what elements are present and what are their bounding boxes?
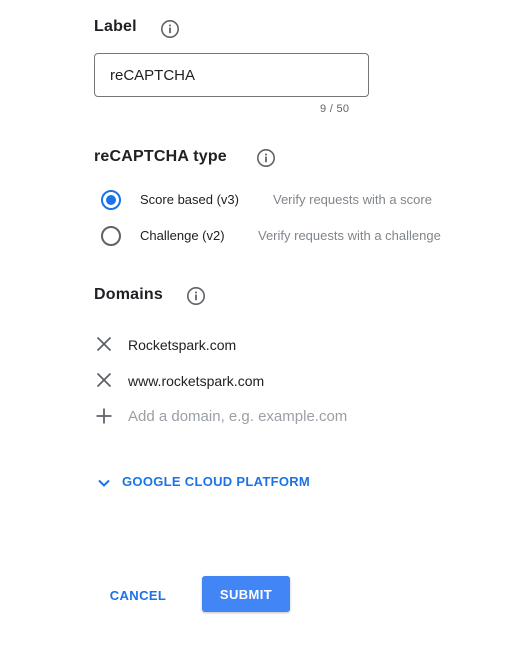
radio-button-selected[interactable] — [101, 190, 121, 210]
char-counter: 9 / 50 — [320, 103, 350, 115]
radio-option-description: Verify requests with a challenge — [258, 228, 441, 243]
cancel-button[interactable]: CANCEL — [98, 578, 178, 612]
add-domain-input[interactable] — [128, 404, 428, 428]
recaptcha-type-title: reCAPTCHA type — [94, 148, 227, 165]
gcp-expander-label: GOOGLE CLOUD PLATFORM — [122, 474, 311, 489]
info-icon[interactable] — [256, 148, 276, 168]
radio-option-description: Verify requests with a score — [273, 192, 432, 207]
info-icon[interactable] — [186, 286, 206, 306]
chevron-down-icon — [96, 475, 112, 496]
recaptcha-settings-form: Label 9 / 50 reCAPTCHA type Score based … — [0, 0, 532, 655]
radio-option-label: Challenge (v2) — [140, 228, 225, 243]
radio-option-label: Score based (v3) — [140, 192, 239, 207]
info-icon[interactable] — [160, 19, 180, 39]
domain-item: www.rocketspark.com — [128, 373, 265, 389]
label-input[interactable] — [94, 53, 369, 97]
close-icon[interactable] — [95, 335, 113, 353]
radio-option-score-based[interactable]: Score based (v3) Verify requests with a … — [101, 189, 461, 211]
radio-button-unselected[interactable] — [101, 226, 121, 246]
label-section-title: Label — [94, 18, 137, 35]
close-icon[interactable] — [95, 371, 113, 389]
domain-item: Rocketspark.com — [128, 337, 237, 353]
plus-icon[interactable] — [95, 407, 113, 425]
submit-button[interactable]: SUBMIT — [202, 576, 290, 612]
radio-option-challenge[interactable]: Challenge (v2) Verify requests with a ch… — [101, 225, 461, 247]
domains-title: Domains — [94, 286, 163, 303]
